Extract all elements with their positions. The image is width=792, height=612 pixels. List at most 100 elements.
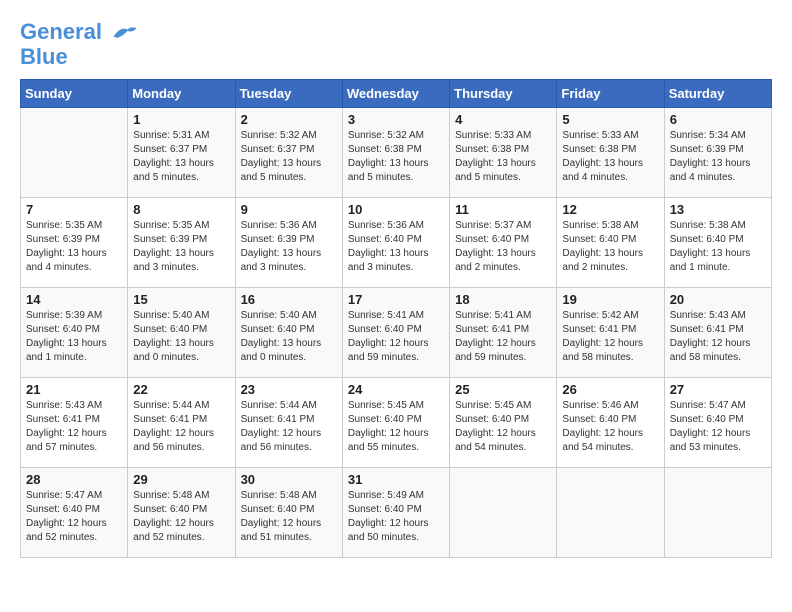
calendar-cell: 14Sunrise: 5:39 AM Sunset: 6:40 PM Dayli… [21, 288, 128, 378]
day-info: Sunrise: 5:46 AM Sunset: 6:40 PM Dayligh… [562, 399, 658, 455]
day-number: 24 [348, 382, 444, 397]
day-number: 1 [133, 112, 229, 127]
day-number: 11 [455, 202, 551, 217]
day-number: 31 [348, 472, 444, 487]
calendar-cell: 6 Sunrise: 5:34 AM Sunset: 6:39 PM Daylig… [664, 108, 771, 198]
calendar-cell: 21 Sunrise: 5:43 AM Sunset: 6:41 PM Dayli… [21, 378, 128, 468]
day-number: 8 [133, 202, 229, 217]
calendar-cell: 2 Sunrise: 5:32 AM Sunset: 6:37 PM Daylig… [235, 108, 342, 198]
day-info: Sunrise: 5:38 AM Sunset: 6:40 PM Dayligh… [670, 219, 766, 275]
day-number: 10 [348, 202, 444, 217]
day-number: 16 [241, 292, 337, 307]
day-number: 29 [133, 472, 229, 487]
calendar-cell: 15Sunrise: 5:40 AM Sunset: 6:40 PM Dayli… [128, 288, 235, 378]
calendar-cell: 10 Sunrise: 5:36 AM Sunset: 6:40 PM Dayli… [342, 198, 449, 288]
calendar-cell: 4Sunrise: 5:33 AM Sunset: 6:38 PM Daylig… [450, 108, 557, 198]
calendar-cell: 16 Sunrise: 5:40 AM Sunset: 6:40 PM Dayli… [235, 288, 342, 378]
day-number: 30 [241, 472, 337, 487]
calendar-cell: 1 Sunrise: 5:31 AM Sunset: 6:37 PM Daylig… [128, 108, 235, 198]
calendar-cell: 31 Sunrise: 5:49 AM Sunset: 6:40 PM Dayli… [342, 468, 449, 558]
day-number: 12 [562, 202, 658, 217]
day-info: Sunrise: 5:45 AM Sunset: 6:40 PM Dayligh… [348, 399, 444, 455]
calendar-cell: 20Sunrise: 5:43 AM Sunset: 6:41 PM Dayli… [664, 288, 771, 378]
calendar-cell: 12Sunrise: 5:38 AM Sunset: 6:40 PM Dayli… [557, 198, 664, 288]
day-info: Sunrise: 5:37 AM Sunset: 6:40 PM Dayligh… [455, 219, 551, 275]
day-number: 28 [26, 472, 122, 487]
day-number: 3 [348, 112, 444, 127]
day-info: Sunrise: 5:32 AM Sunset: 6:38 PM Dayligh… [348, 129, 444, 185]
day-number: 2 [241, 112, 337, 127]
calendar-cell: 28 Sunrise: 5:47 AM Sunset: 6:40 PM Dayli… [21, 468, 128, 558]
day-number: 4 [455, 112, 551, 127]
calendar-cell: 29 Sunrise: 5:48 AM Sunset: 6:40 PM Dayli… [128, 468, 235, 558]
day-info: Sunrise: 5:48 AM Sunset: 6:40 PM Dayligh… [133, 489, 229, 545]
day-info: Sunrise: 5:40 AM Sunset: 6:40 PM Dayligh… [133, 309, 229, 365]
logo: General Blue [20, 20, 138, 69]
day-info: Sunrise: 5:33 AM Sunset: 6:38 PM Dayligh… [562, 129, 658, 185]
header-cell-saturday: Saturday [664, 80, 771, 108]
calendar-cell: 24 Sunrise: 5:45 AM Sunset: 6:40 PM Dayli… [342, 378, 449, 468]
day-info: Sunrise: 5:35 AM Sunset: 6:39 PM Dayligh… [133, 219, 229, 275]
day-info: Sunrise: 5:35 AM Sunset: 6:39 PM Dayligh… [26, 219, 122, 275]
calendar-cell: 19 Sunrise: 5:42 AM Sunset: 6:41 PM Dayli… [557, 288, 664, 378]
day-number: 5 [562, 112, 658, 127]
day-number: 25 [455, 382, 551, 397]
header-cell-tuesday: Tuesday [235, 80, 342, 108]
logo-text: General [20, 20, 138, 45]
day-number: 21 [26, 382, 122, 397]
day-info: Sunrise: 5:34 AM Sunset: 6:39 PM Dayligh… [670, 129, 766, 185]
calendar-body: 1 Sunrise: 5:31 AM Sunset: 6:37 PM Daylig… [21, 108, 772, 558]
day-info: Sunrise: 5:31 AM Sunset: 6:37 PM Dayligh… [133, 129, 229, 185]
calendar-cell: 30 Sunrise: 5:48 AM Sunset: 6:40 PM Dayli… [235, 468, 342, 558]
day-number: 9 [241, 202, 337, 217]
calendar-week-2: 7 Sunrise: 5:35 AM Sunset: 6:39 PM Daylig… [21, 198, 772, 288]
calendar-cell [557, 468, 664, 558]
calendar-cell: 27 Sunrise: 5:47 AM Sunset: 6:40 PM Dayli… [664, 378, 771, 468]
calendar-cell [664, 468, 771, 558]
day-number: 18 [455, 292, 551, 307]
calendar-cell: 5 Sunrise: 5:33 AM Sunset: 6:38 PM Daylig… [557, 108, 664, 198]
day-number: 27 [670, 382, 766, 397]
day-number: 19 [562, 292, 658, 307]
day-info: Sunrise: 5:43 AM Sunset: 6:41 PM Dayligh… [26, 399, 122, 455]
day-info: Sunrise: 5:42 AM Sunset: 6:41 PM Dayligh… [562, 309, 658, 365]
day-number: 14 [26, 292, 122, 307]
day-info: Sunrise: 5:47 AM Sunset: 6:40 PM Dayligh… [26, 489, 122, 545]
day-info: Sunrise: 5:44 AM Sunset: 6:41 PM Dayligh… [241, 399, 337, 455]
header-cell-friday: Friday [557, 80, 664, 108]
logo-general: General [20, 19, 102, 44]
day-info: Sunrise: 5:32 AM Sunset: 6:37 PM Dayligh… [241, 129, 337, 185]
day-number: 6 [670, 112, 766, 127]
logo-blue: Blue [20, 45, 138, 69]
header-cell-monday: Monday [128, 80, 235, 108]
day-info: Sunrise: 5:45 AM Sunset: 6:40 PM Dayligh… [455, 399, 551, 455]
day-info: Sunrise: 5:36 AM Sunset: 6:40 PM Dayligh… [348, 219, 444, 275]
calendar-cell [450, 468, 557, 558]
calendar-cell: 22Sunrise: 5:44 AM Sunset: 6:41 PM Dayli… [128, 378, 235, 468]
calendar-cell: 25 Sunrise: 5:45 AM Sunset: 6:40 PM Dayli… [450, 378, 557, 468]
calendar-cell: 13 Sunrise: 5:38 AM Sunset: 6:40 PM Dayli… [664, 198, 771, 288]
day-number: 17 [348, 292, 444, 307]
calendar-week-3: 14Sunrise: 5:39 AM Sunset: 6:40 PM Dayli… [21, 288, 772, 378]
calendar-table: SundayMondayTuesdayWednesdayThursdayFrid… [20, 79, 772, 558]
day-number: 7 [26, 202, 122, 217]
day-number: 13 [670, 202, 766, 217]
calendar-cell: 23Sunrise: 5:44 AM Sunset: 6:41 PM Dayli… [235, 378, 342, 468]
day-info: Sunrise: 5:44 AM Sunset: 6:41 PM Dayligh… [133, 399, 229, 455]
header-cell-thursday: Thursday [450, 80, 557, 108]
calendar-cell: 7 Sunrise: 5:35 AM Sunset: 6:39 PM Daylig… [21, 198, 128, 288]
logo-bird-icon [110, 21, 138, 45]
header-cell-sunday: Sunday [21, 80, 128, 108]
day-info: Sunrise: 5:36 AM Sunset: 6:39 PM Dayligh… [241, 219, 337, 275]
day-info: Sunrise: 5:41 AM Sunset: 6:41 PM Dayligh… [455, 309, 551, 365]
day-info: Sunrise: 5:41 AM Sunset: 6:40 PM Dayligh… [348, 309, 444, 365]
calendar-cell: 11 Sunrise: 5:37 AM Sunset: 6:40 PM Dayli… [450, 198, 557, 288]
day-info: Sunrise: 5:48 AM Sunset: 6:40 PM Dayligh… [241, 489, 337, 545]
day-info: Sunrise: 5:40 AM Sunset: 6:40 PM Dayligh… [241, 309, 337, 365]
day-info: Sunrise: 5:47 AM Sunset: 6:40 PM Dayligh… [670, 399, 766, 455]
page-header: General Blue [20, 20, 772, 69]
calendar-header: SundayMondayTuesdayWednesdayThursdayFrid… [21, 80, 772, 108]
day-info: Sunrise: 5:49 AM Sunset: 6:40 PM Dayligh… [348, 489, 444, 545]
calendar-cell: 3 Sunrise: 5:32 AM Sunset: 6:38 PM Daylig… [342, 108, 449, 198]
calendar-cell [21, 108, 128, 198]
